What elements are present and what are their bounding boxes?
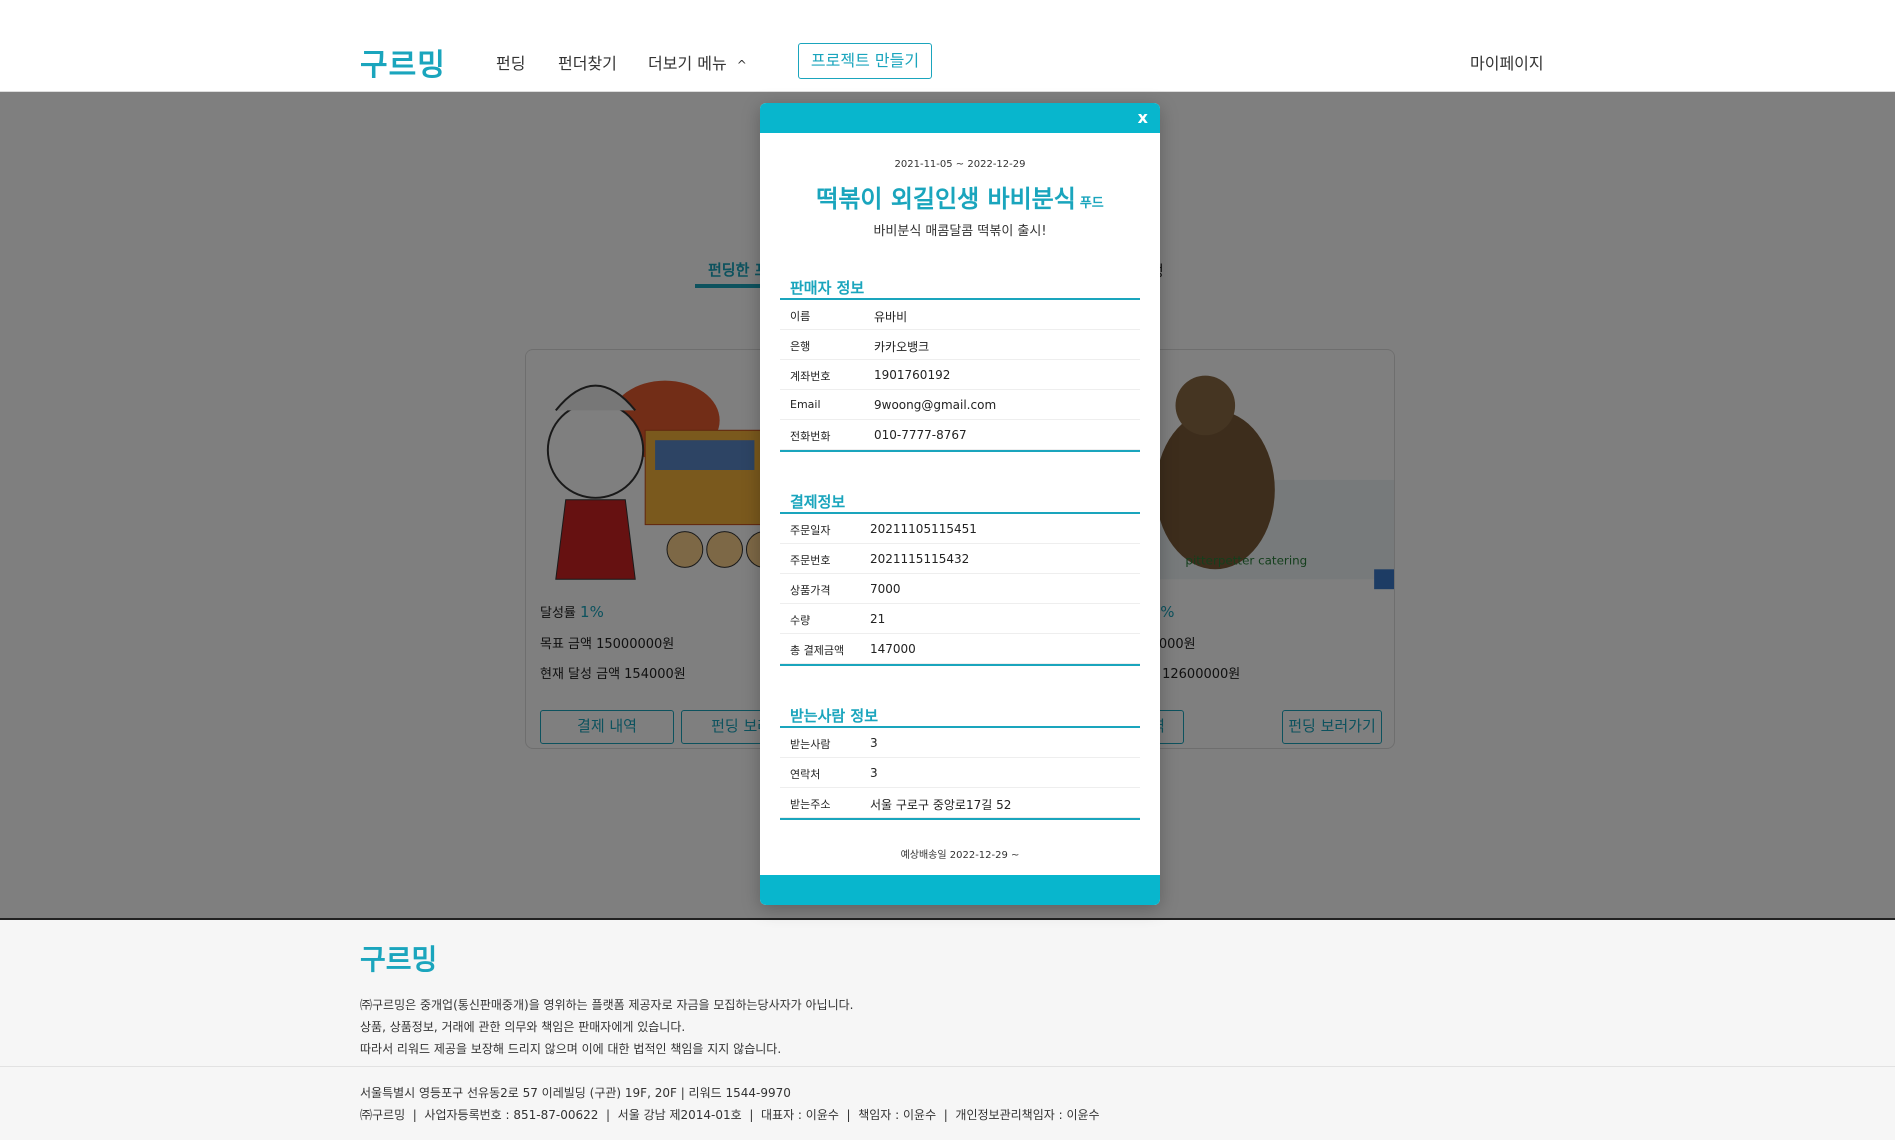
section-divider [780,450,1140,452]
project-title-text: 떡볶이 외길인생 바비분식 [816,185,1076,213]
site-logo[interactable]: 구르밍 [360,40,446,84]
project-title: 떡볶이 외길인생 바비분식 푸드 [760,179,1160,214]
footer-logo: 구르밍 [360,943,438,976]
payment-row: 수량 21 [780,604,1140,634]
footer-notice-2: 상품, 상품정보, 거래에 관한 의무와 책임은 판매자에게 있습니다. [360,1020,686,1034]
site-header: 구르밍 펀딩 펀더찾기 더보기 메뉴 ^ 프로젝트 만들기 마이페이지 [0,0,1895,92]
seller-row: 계좌번호 1901760192 [780,360,1140,390]
expected-delivery: 예상배송일 2022-12-29 ~ [900,850,1020,861]
nav-mypage[interactable]: 마이페이지 [1470,50,1544,74]
project-category: 푸드 [1079,196,1104,211]
section-divider [780,664,1140,666]
site-footer: 구르밍 ㈜구르밍은 중개업(통신판매중개)을 영위하는 플랫폼 제공자로 자금을… [0,918,1895,1140]
nav-funding[interactable]: 펀딩 [496,50,525,74]
create-project-button[interactable]: 프로젝트 만들기 [798,43,932,79]
seller-row: 전화번화 010-7777-8767 [780,420,1140,450]
section-divider [780,818,1140,820]
footer-divider [0,1066,1895,1067]
modal-header: x [760,103,1160,133]
footer-notice-1: ㈜구르밍은 중개업(통신판매중개)을 영위하는 플랫폼 제공자로 자금을 모집하… [360,998,854,1012]
project-subtitle: 바비분식 매콤달콤 떡볶이 출시! [873,224,1047,239]
receiver-row: 받는주소 서울 구로구 중앙로17길 52 [780,788,1140,818]
receiver-section-title: 받는사람 정보 [790,707,879,725]
payment-section-title: 결제정보 [790,493,846,511]
nav-find-funder[interactable]: 펀더찾기 [558,50,617,74]
payment-row: 주문번호 2021115115432 [780,544,1140,574]
footer-address: 서울특별시 영등포구 선유동2로 57 이레빌딩 (구관) 19F, 20F |… [360,1086,791,1100]
footer-notice-3: 따라서 리워드 제공을 보장해 드리지 않으며 이에 대한 법적인 책임을 지지… [360,1042,782,1056]
receiver-row: 연락처 3 [780,758,1140,788]
seller-row: 이름 유바비 [780,300,1140,330]
payment-row: 상품가격 7000 [780,574,1140,604]
seller-row: Email 9woong@gmail.com [780,390,1140,420]
payment-row: 총 결제금액 147000 [780,634,1140,664]
payment-row: 주문일자 20211105115451 [780,514,1140,544]
funding-period: 2021-11-05 ~ 2022-12-29 [894,159,1026,170]
footer-company-info: ㈜구르밍 | 사업자등록번호 : 851-87-00622 | 서울 강남 제2… [360,1108,1100,1122]
nav-more-label: 더보기 메뉴 [648,54,727,73]
modal-footer-bar [760,875,1160,905]
seller-section-title: 판매자 정보 [790,279,865,297]
seller-row: 은행 카카오뱅크 [780,330,1140,360]
receiver-row: 받는사람 3 [780,728,1140,758]
chevron-up-icon: ^ [736,58,747,72]
close-icon[interactable]: x [1138,108,1148,127]
nav-more-menu[interactable]: 더보기 메뉴 ^ [648,50,747,74]
payment-detail-modal: x 2021-11-05 ~ 2022-12-29 떡볶이 외길인생 바비분식 푸… [760,103,1160,905]
